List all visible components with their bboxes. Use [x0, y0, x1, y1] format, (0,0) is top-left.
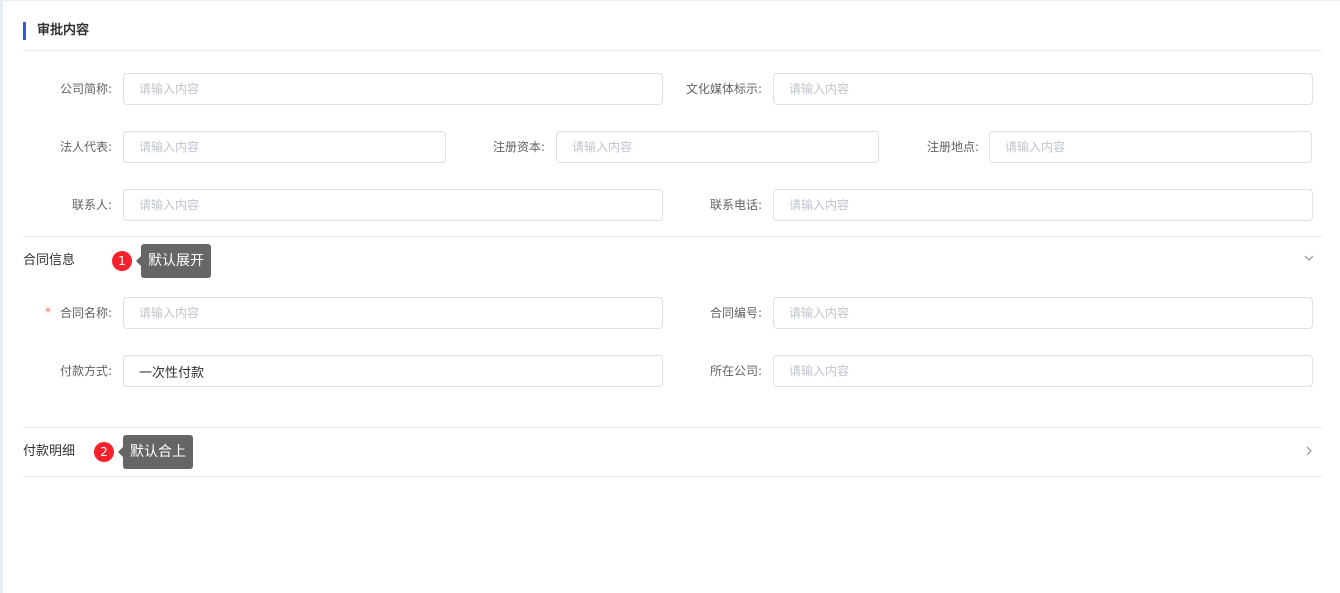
- media-mark-input[interactable]: [773, 73, 1313, 105]
- label-media-mark: 文化媒体标示:: [685, 82, 762, 96]
- annotation-tooltip: 默认合上: [118, 435, 193, 469]
- company-input[interactable]: [773, 355, 1313, 387]
- label-contact-phone: 联系电话:: [709, 198, 762, 212]
- reg-place-input[interactable]: [989, 131, 1312, 163]
- label-contact: 联系人:: [71, 198, 112, 212]
- divider: [23, 427, 1323, 428]
- contract-name-input[interactable]: [123, 297, 663, 329]
- contact-input[interactable]: [123, 189, 663, 221]
- legal-rep-input[interactable]: [123, 131, 446, 163]
- label-reg-place: 注册地点:: [926, 140, 979, 154]
- contact-phone-input[interactable]: [773, 189, 1313, 221]
- company-short-input[interactable]: [123, 73, 663, 105]
- divider: [23, 50, 1323, 51]
- annotation-badge: 1: [112, 251, 132, 271]
- label-reg-capital: 注册资本:: [492, 140, 545, 154]
- divider: [23, 476, 1323, 477]
- annotation-badge: 2: [94, 442, 114, 462]
- payment-method-input[interactable]: [123, 355, 663, 387]
- reg-capital-input[interactable]: [556, 131, 879, 163]
- chevron-right-icon[interactable]: [1303, 445, 1315, 460]
- section-title: 审批内容: [23, 22, 89, 40]
- label-contract-no: 合同编号:: [709, 306, 762, 320]
- top-border: [0, 0, 1340, 1]
- label-company: 所在公司:: [709, 364, 762, 378]
- label-contract-name: 合同名称:: [59, 306, 112, 320]
- divider: [23, 236, 1323, 237]
- label-legal-rep: 法人代表:: [59, 140, 112, 154]
- section-payment-details[interactable]: 付款明细: [23, 442, 75, 462]
- chevron-down-icon[interactable]: [1303, 252, 1315, 267]
- left-border: [0, 0, 3, 593]
- section-contract-info[interactable]: 合同信息: [23, 251, 75, 271]
- label-payment-method: 付款方式:: [59, 364, 112, 378]
- annotation-tooltip: 默认展开: [136, 244, 211, 278]
- label-company-short: 公司简称:: [59, 82, 112, 96]
- contract-no-input[interactable]: [773, 297, 1313, 329]
